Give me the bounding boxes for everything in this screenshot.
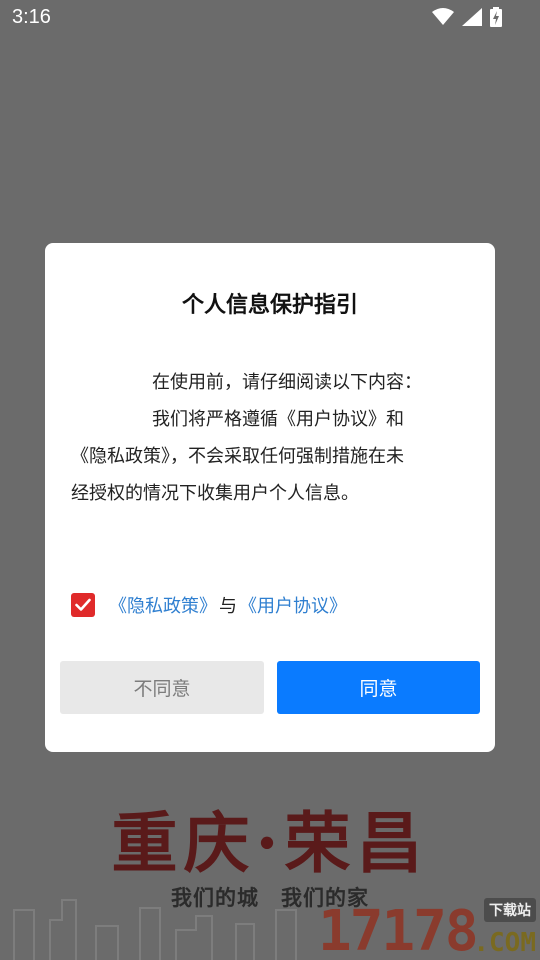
body-line: 在使用前，请仔细阅读以下内容：: [152, 372, 422, 393]
dialog-title: 个人信息保护指引: [181, 293, 358, 318]
checkmark-icon: [75, 598, 91, 611]
signal-icon: [462, 8, 482, 26]
privacy-dialog: 个人信息保护指引 在使用前，请仔细阅读以下内容： 我们将严格遵循《用户协议》和 …: [45, 243, 495, 752]
status-time: 3:16: [12, 6, 51, 28]
body-line: 经授权的情况下收集用户个人信息。: [71, 483, 359, 504]
disagree-button[interactable]: 不同意: [60, 661, 264, 714]
battery-charging-icon: [490, 7, 502, 27]
dialog-body: 在使用前，请仔细阅读以下内容： 我们将严格遵循《用户协议》和 《隐私政策》，不会…: [71, 364, 471, 512]
agreement-separator: 与: [219, 596, 237, 617]
splash-title: 重庆·荣昌: [111, 804, 429, 882]
watermark-logo: 17178 下载站 .COM: [310, 896, 540, 960]
watermark-domain: .COM: [473, 928, 536, 958]
body-line: 我们将严格遵循《用户协议》和: [152, 409, 404, 430]
agreement-checkbox[interactable]: [71, 593, 95, 617]
user-agreement-link[interactable]: 《用户协议》: [239, 592, 347, 618]
watermark-number: 17178: [318, 899, 479, 960]
agreement-row: 《隐私政策》 与 《用户协议》: [71, 592, 347, 618]
watermark-tag: 下载站: [484, 898, 536, 922]
body-line: 《隐私政策》，不会采取任何强制措施在未: [71, 446, 404, 467]
wifi-icon: [432, 8, 454, 26]
privacy-policy-link[interactable]: 《隐私政策》: [109, 592, 217, 618]
status-bar: 3:16: [0, 0, 540, 36]
status-icons: [432, 7, 502, 27]
agree-button[interactable]: 同意: [277, 661, 480, 714]
